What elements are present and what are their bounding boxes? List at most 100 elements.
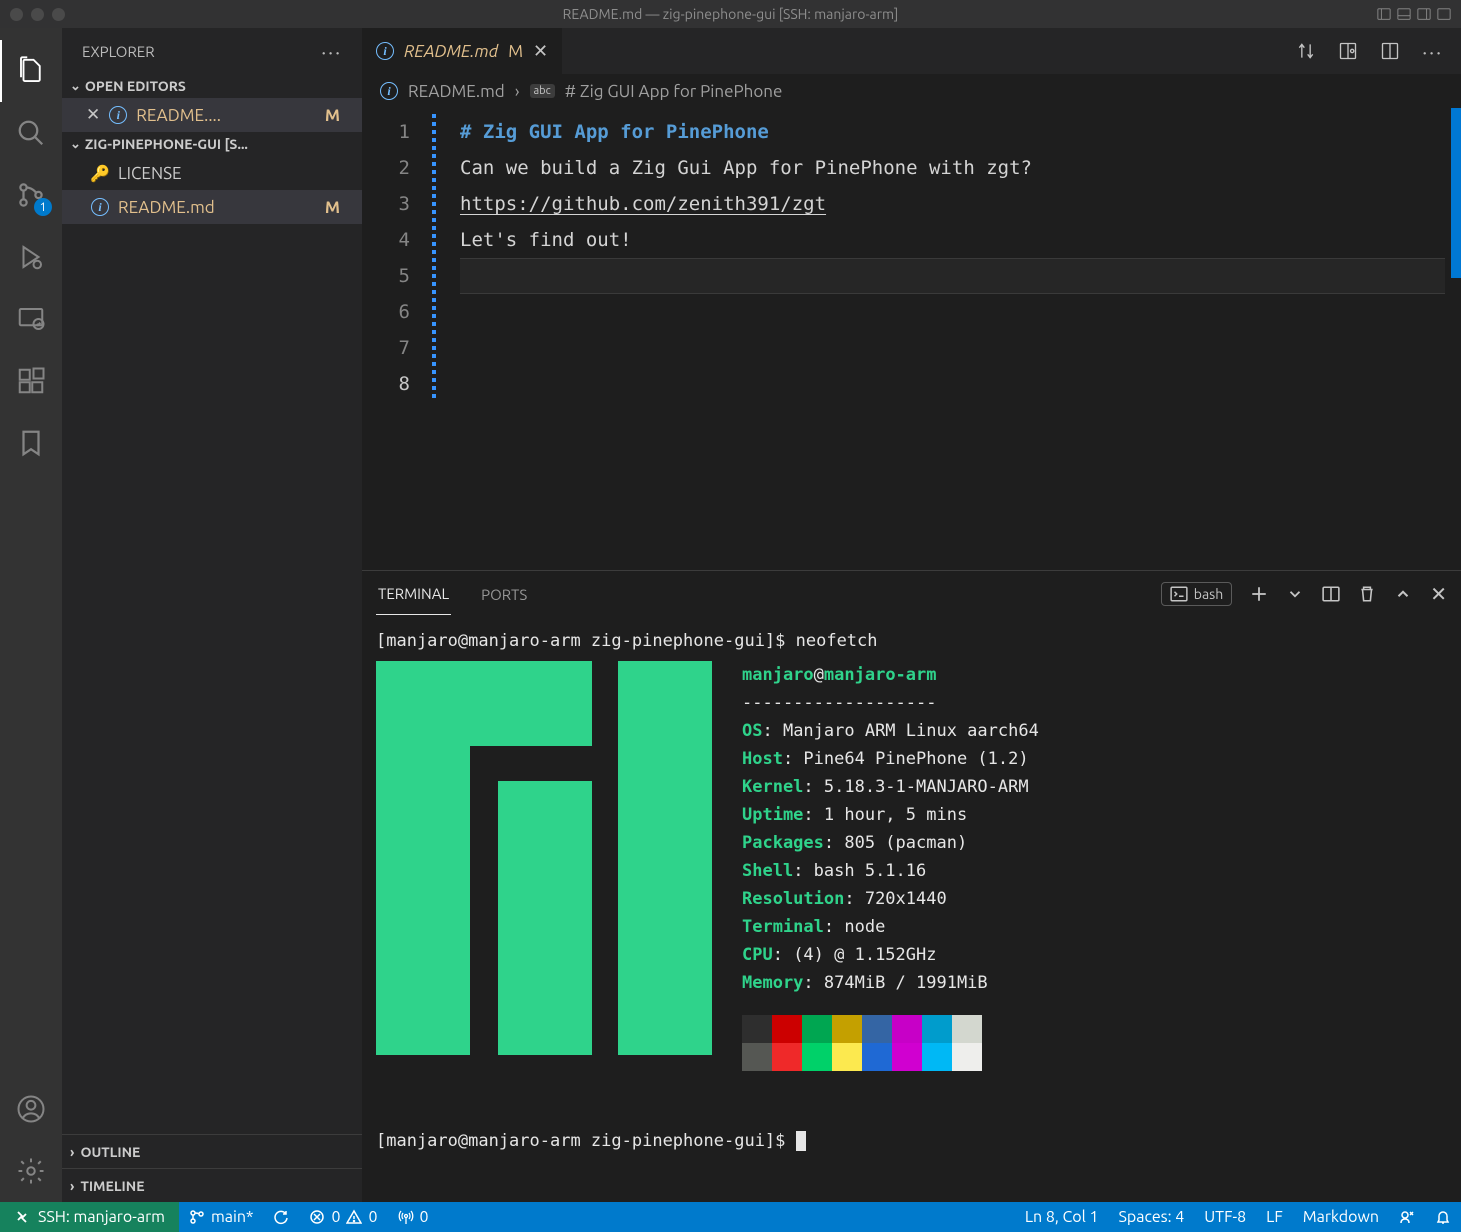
chevron-right-icon: › — [70, 1178, 74, 1194]
split-terminal-icon[interactable] — [1322, 585, 1340, 603]
terminal-line: [manjaro@manjaro-arm zig-pinephone-gui]$… — [376, 627, 1447, 655]
sync-icon — [273, 1209, 289, 1225]
project-section[interactable]: ⌄ ZIG-PINEPHONE-GUI [S... — [62, 132, 362, 156]
code-line: Let's find out! — [460, 222, 1461, 258]
shell-name: bash — [1194, 586, 1223, 602]
language-mode[interactable]: Markdown — [1293, 1208, 1389, 1226]
fullscreen-icon[interactable] — [1437, 7, 1451, 21]
remote-icon — [14, 1209, 30, 1225]
chevron-up-icon[interactable] — [1394, 585, 1412, 603]
close-icon[interactable]: ✕ — [86, 105, 100, 125]
minimize-window-icon[interactable] — [31, 8, 44, 21]
notifications-icon[interactable] — [1425, 1209, 1461, 1225]
bookmarks-view-icon[interactable] — [0, 412, 62, 474]
close-tab-icon[interactable]: ✕ — [533, 41, 548, 62]
close-panel-icon[interactable]: ✕ — [1430, 582, 1447, 606]
explorer-view-icon[interactable] — [0, 40, 62, 102]
terminal-panel: TERMINAL PORTS bash ✕ [manjaro@manjaro-a — [362, 570, 1461, 1202]
file-label: LICENSE — [118, 164, 354, 183]
readme-file-icon: i — [376, 42, 394, 60]
code-line: Can we build a Zig Gui App for PinePhone… — [460, 150, 1461, 186]
line-numbers: 12345678 — [362, 108, 432, 570]
editor-tabs: i README.md M ✕ ··· — [362, 28, 1461, 74]
timeline-section[interactable]: › TIMELINE — [62, 1168, 362, 1202]
terminal-shell-selector[interactable]: bash — [1161, 582, 1232, 606]
compare-changes-icon[interactable] — [1296, 41, 1316, 61]
file-row-readme[interactable]: i README.md M — [62, 190, 362, 224]
color-palette — [742, 997, 1039, 1071]
terminal-tab[interactable]: TERMINAL — [376, 573, 451, 615]
git-branch-status[interactable]: main* — [179, 1208, 263, 1226]
close-window-icon[interactable] — [10, 8, 23, 21]
source-control-view-icon[interactable]: 1 — [0, 164, 62, 226]
cursor-block-icon — [796, 1131, 806, 1151]
warning-icon — [346, 1209, 362, 1225]
branch-name: main* — [211, 1208, 253, 1226]
current-line-highlight — [460, 258, 1445, 294]
chevron-down-icon[interactable] — [1286, 585, 1304, 603]
open-editor-item[interactable]: ✕ i README.... M — [62, 98, 362, 132]
maximize-window-icon[interactable] — [52, 8, 65, 21]
title-bar: README.md — zig-pinephone-gui [SSH: manj… — [0, 0, 1461, 28]
panel-tabs: TERMINAL PORTS bash ✕ — [362, 571, 1461, 617]
terminal-output[interactable]: [manjaro@manjaro-arm zig-pinephone-gui]$… — [362, 617, 1461, 1202]
code-content[interactable]: # Zig GUI App for PinePhone Can we build… — [436, 108, 1461, 570]
tab-filename: README.md — [404, 42, 498, 61]
remote-ssh-status[interactable]: SSH: manjaro-arm — [0, 1202, 179, 1232]
problems-status[interactable]: 0 0 — [299, 1208, 387, 1226]
editor-actions: ··· — [1278, 28, 1461, 74]
extensions-view-icon[interactable] — [0, 350, 62, 412]
trash-icon[interactable] — [1358, 585, 1376, 603]
outline-section[interactable]: › OUTLINE — [62, 1134, 362, 1168]
modified-badge: M — [325, 198, 354, 217]
open-preview-icon[interactable] — [1338, 41, 1358, 61]
breadcrumbs[interactable]: i README.md › abc # Zig GUI App for Pine… — [362, 74, 1461, 108]
editor-more-icon[interactable]: ··· — [1422, 40, 1443, 63]
chevron-right-icon: › — [70, 1144, 74, 1160]
search-view-icon[interactable] — [0, 102, 62, 164]
breadcrumb-file[interactable]: README.md — [408, 82, 505, 101]
activity-bar: 1 — [0, 28, 62, 1202]
git-branch-icon — [189, 1209, 205, 1225]
layout-controls — [1377, 7, 1451, 21]
terminal-icon — [1170, 585, 1188, 603]
open-editors-section[interactable]: ⌄ OPEN EDITORS — [62, 74, 362, 98]
settings-gear-icon[interactable] — [0, 1140, 62, 1202]
editor-tab-readme[interactable]: i README.md M ✕ — [362, 28, 563, 74]
panel-bottom-icon[interactable] — [1397, 7, 1411, 21]
manjaro-logo-icon — [376, 661, 712, 1055]
ports-tab[interactable]: PORTS — [479, 574, 529, 615]
warnings-count: 0 — [368, 1208, 377, 1226]
indentation-status[interactable]: Spaces: 4 — [1108, 1208, 1194, 1226]
split-editor-icon[interactable] — [1380, 41, 1400, 61]
sidebar-more-icon[interactable]: ··· — [321, 40, 342, 63]
panel-left-icon[interactable] — [1377, 7, 1391, 21]
explorer-sidebar: EXPLORER ··· ⌄ OPEN EDITORS ✕ i README..… — [62, 28, 362, 1202]
run-debug-view-icon[interactable] — [0, 226, 62, 288]
readme-file-icon: i — [380, 82, 398, 100]
panel-right-icon[interactable] — [1417, 7, 1431, 21]
new-terminal-icon[interactable] — [1250, 585, 1268, 603]
sync-status[interactable] — [263, 1209, 299, 1225]
editor-body[interactable]: 12345678 # Zig GUI App for PinePhone Can… — [362, 108, 1461, 570]
chevron-down-icon: ⌄ — [70, 137, 81, 152]
feedback-icon[interactable] — [1389, 1209, 1425, 1225]
project-label: ZIG-PINEPHONE-GUI [S... — [85, 136, 248, 152]
ports-status[interactable]: 0 — [388, 1208, 439, 1226]
file-row-license[interactable]: 🔑 LICENSE — [62, 156, 362, 190]
scm-badge: 1 — [34, 198, 52, 216]
open-editor-filename: README.... — [136, 106, 317, 125]
overview-ruler[interactable] — [1451, 108, 1461, 368]
eol-status[interactable]: LF — [1256, 1208, 1293, 1226]
window-title: README.md — zig-pinephone-gui [SSH: manj… — [563, 6, 899, 22]
open-editors-label: OPEN EDITORS — [85, 78, 186, 94]
accounts-icon[interactable] — [0, 1078, 62, 1140]
cursor-position[interactable]: Ln 8, Col 1 — [1015, 1208, 1109, 1226]
encoding-status[interactable]: UTF-8 — [1194, 1208, 1256, 1226]
breadcrumb-symbol[interactable]: # Zig GUI App for PinePhone — [565, 82, 783, 101]
remote-explorer-view-icon[interactable] — [0, 288, 62, 350]
ports-count: 0 — [420, 1208, 429, 1226]
symbol-kind-icon: abc — [530, 84, 555, 98]
code-line: # Zig GUI App for PinePhone — [460, 114, 1461, 150]
license-file-icon: 🔑 — [90, 164, 110, 183]
